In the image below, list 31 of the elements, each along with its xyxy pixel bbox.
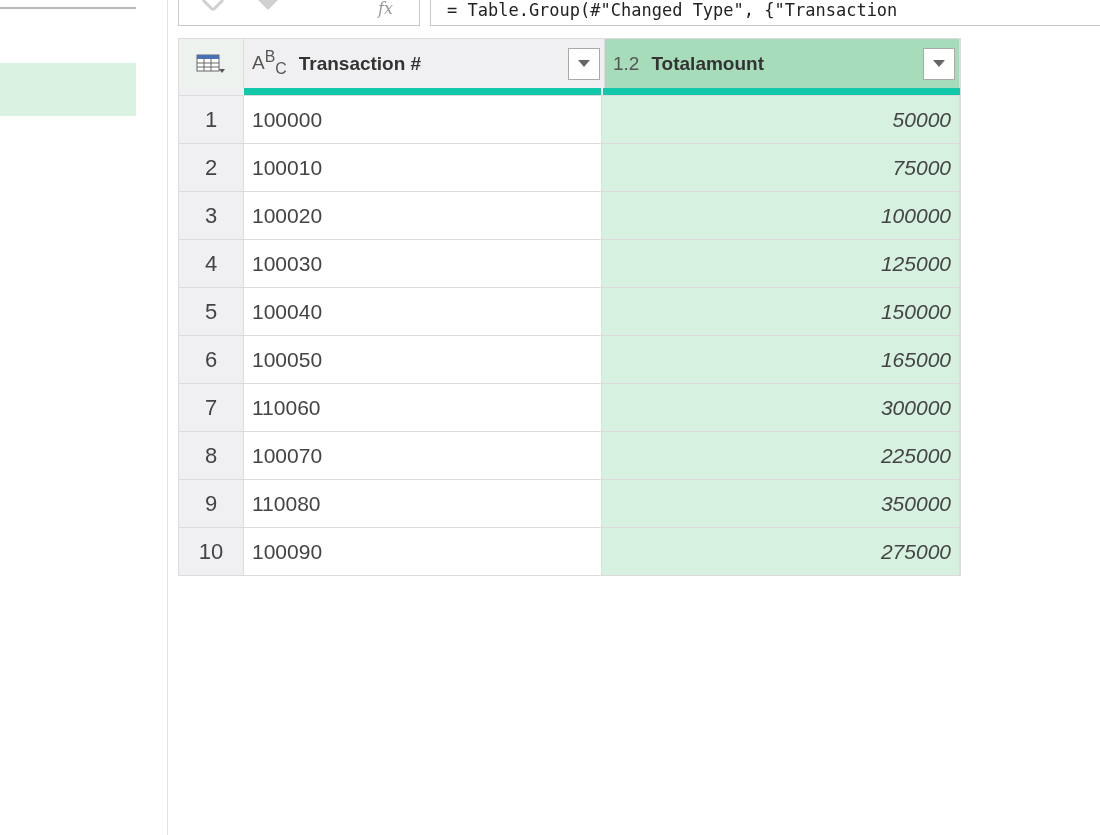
table-icon <box>196 52 226 75</box>
table-cell: 350000 <box>602 480 960 527</box>
table-cell: 125000 <box>602 240 960 287</box>
filter-dropdown[interactable] <box>923 47 955 80</box>
filter-dropdown[interactable] <box>568 47 600 80</box>
table-cell: 50000 <box>602 96 960 143</box>
row-number: 4 <box>179 240 244 287</box>
row-number: 1 <box>179 96 244 143</box>
table-cell: 165000 <box>602 336 960 383</box>
row-number: 9 <box>179 480 244 527</box>
row-number: 3 <box>179 192 244 239</box>
row-number: 6 <box>179 336 244 383</box>
table-cell: 300000 <box>602 384 960 431</box>
row-number: 5 <box>179 288 244 335</box>
type-label[interactable]: 1.2 <box>613 52 640 75</box>
formula-field[interactable]: = Table.Group(#"Changed Type", {"Transaction <box>430 0 1100 26</box>
table-cell: 150000 <box>602 288 960 335</box>
table-cell: 75000 <box>602 144 960 191</box>
table-cell: 225000 <box>602 432 960 479</box>
row-number: 10 <box>179 528 244 575</box>
column-name: Transaction # <box>298 52 423 75</box>
caret-icon <box>578 60 590 67</box>
column-header[interactable]: 1.2 Totalamount <box>605 39 960 88</box>
table-cell: 100000 <box>602 192 960 239</box>
row-number: 7 <box>179 384 244 431</box>
row-number-header <box>179 88 244 95</box>
table-cell: 275000 <box>602 528 960 575</box>
row-number: 2 <box>179 144 244 191</box>
column-name: Totalamount <box>651 52 765 75</box>
caret-icon <box>933 60 945 67</box>
row-number: 8 <box>179 432 244 479</box>
